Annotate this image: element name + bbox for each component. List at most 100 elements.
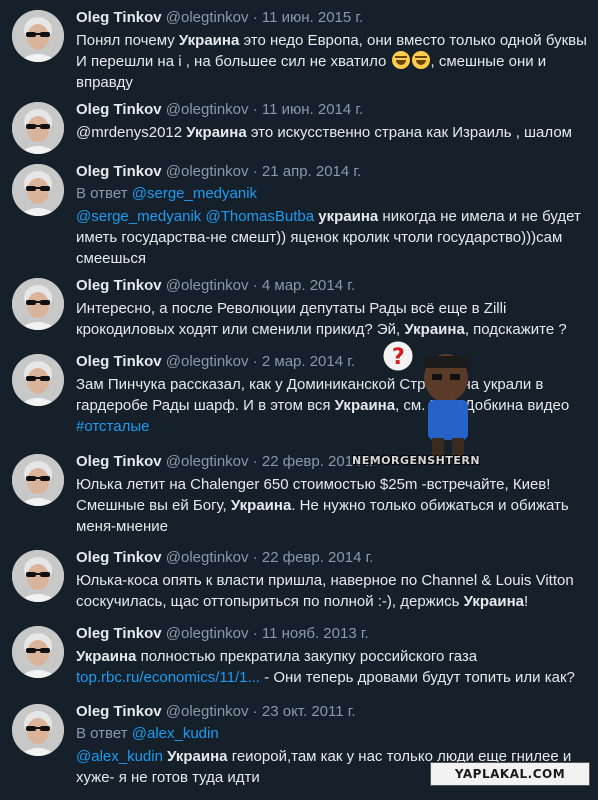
reply-to-mention[interactable]: @serge_medyanik [132,185,257,202]
separator-dot: · [252,453,258,470]
tweet-text-segment: ! [523,593,529,610]
tweet-header: Oleg Tinkov @olegtinkov · 22 февр. 2014 … [76,548,590,568]
svg-text:?: ? [392,345,405,370]
author-handle[interactable]: @olegtinkov [166,625,249,642]
tweet-keyword: Украина [404,321,465,338]
tweet-keyword: Украина [463,593,524,610]
tweet-link[interactable]: #отсталые [76,418,149,435]
author-name[interactable]: Oleg Tinkov [76,353,162,370]
tweet-text: @mrdenys2012 Украина это искусственно ст… [76,122,590,143]
avatar[interactable] [12,550,64,602]
tweet-keyword: украина [318,208,379,225]
tweet-text: Интересно, а после Революции депутаты Ра… [76,298,590,340]
separator-dot: · [252,353,258,370]
avatar[interactable] [12,164,64,216]
tweet-date[interactable]: 2 мар. 2014 г. [262,353,355,370]
tweet-header: Oleg Tinkov @olegtinkov · 11 нояб. 2013 … [76,624,590,644]
tweet-body: Oleg Tinkov @olegtinkov · 21 апр. 2014 г… [76,162,590,269]
avatar[interactable] [12,354,64,406]
tweet-link[interactable]: top.rbc.ru/economics/11/1... [76,669,260,686]
tweet-date[interactable]: 11 июн. 2014 г. [262,101,363,118]
yaplakal-watermark: YAPLAKAL.COM [430,762,590,786]
tweet-keyword: Украина [230,497,292,514]
author-name[interactable]: Oleg Tinkov [76,101,162,118]
tweet-link[interactable]: @ThomasButba [205,208,314,225]
tweet-header: Oleg Tinkov @olegtinkov · 22 февр. 2014 … [76,452,590,472]
avatar[interactable] [12,454,64,506]
author-handle[interactable]: @olegtinkov [166,453,249,470]
tweet-text-segment: - Они теперь дровами будут топить или ка… [259,669,575,686]
author-handle[interactable]: @olegtinkov [166,277,249,294]
author-handle[interactable]: @olegtinkov [166,163,249,180]
avatar[interactable] [12,102,64,154]
tweet-date[interactable]: 23 окт. 2011 г. [262,703,356,720]
author-name[interactable]: Oleg Tinkov [76,703,162,720]
tweet-text: Украина полностью прекратила закупку рос… [76,646,590,688]
tweet-text: Зам Пинчука рассказал, как у Доминиканск… [76,374,590,437]
author-handle[interactable]: @olegtinkov [166,9,249,26]
tweet-header: Oleg Tinkov @olegtinkov · 2 мар. 2014 г. [76,352,590,372]
tweet-link[interactable]: @serge_medyanik [76,208,201,225]
separator-dot: · [252,277,258,294]
joy-emoji-icon [391,51,410,69]
tweet-keyword: Украина [76,648,137,665]
tweet-body: Oleg Tinkov @olegtinkov · 11 нояб. 2013 … [76,624,590,688]
tweet-header: Oleg Tinkov @olegtinkov · 11 июн. 2015 г… [76,8,590,28]
tweet-date[interactable]: 21 апр. 2014 г. [262,163,361,180]
avatar[interactable] [12,704,64,756]
separator-dot: · [252,101,258,118]
reply-to-mention[interactable]: @alex_kudin [132,725,219,742]
author-handle[interactable]: @olegtinkov [166,353,249,370]
joy-emoji-icon [411,51,430,69]
avatar[interactable] [12,278,64,330]
tweet-header: Oleg Tinkov @olegtinkov · 21 апр. 2014 г… [76,162,590,182]
separator-dot: · [252,625,258,642]
separator-dot: · [252,703,258,720]
tweet-date[interactable]: 22 февр. 2014 г. [262,549,374,566]
tweet-text-segment: Понял почему [76,32,179,49]
avatar[interactable] [12,10,64,62]
tweet-body: Oleg Tinkov @olegtinkov · 22 февр. 2014 … [76,452,590,537]
tweet-date[interactable]: 11 июн. 2015 г. [262,9,363,26]
tweet-body: Oleg Tinkov @olegtinkov · 22 февр. 2014 … [76,548,590,612]
tweet-text-segment: полностью прекратила закупку российского… [136,648,478,665]
author-name[interactable]: Oleg Tinkov [76,549,162,566]
tweet-date[interactable]: 4 мар. 2014 г. [262,277,355,294]
tweet-text: Юлька летит на Chalenger 650 стоимостью … [76,474,590,537]
separator-dot: · [252,9,258,26]
nemorgenshtern-watermark: NEMORGENSHTERN [352,454,481,467]
tweet-body: Oleg Tinkov @olegtinkov · 4 мар. 2014 г.… [76,276,590,340]
reply-prefix: В ответ [76,725,128,742]
nemorgenshtern-mascot-watermark: ? [376,338,486,458]
author-name[interactable]: Oleg Tinkov [76,277,162,294]
author-handle[interactable]: @olegtinkov [166,101,249,118]
tweet-text: Понял почему Украина это недо Европа, он… [76,30,590,93]
tweet-keyword: Украина [167,748,228,765]
author-name[interactable]: Oleg Tinkov [76,625,162,642]
tweet-keyword: Украина [186,124,247,141]
separator-dot: · [252,163,258,180]
author-handle[interactable]: @olegtinkov [166,549,249,566]
author-handle[interactable]: @olegtinkov [166,703,249,720]
tweet-date[interactable]: 11 нояб. 2013 г. [262,625,369,642]
tweet-header: Oleg Tinkov @olegtinkov · 4 мар. 2014 г. [76,276,590,296]
author-name[interactable]: Oleg Tinkov [76,453,162,470]
tweet-body: Oleg Tinkov @olegtinkov · 11 июн. 2014 г… [76,100,590,143]
separator-dot: · [252,549,258,566]
author-name[interactable]: Oleg Tinkov [76,9,162,26]
tweet-body: Oleg Tinkov @olegtinkov · 2 мар. 2014 г.… [76,352,590,437]
tweet-keyword: Украина [178,32,240,49]
avatar[interactable] [12,626,64,678]
tweet-text-segment: это искусственно страна как Израиль , ша… [246,124,572,141]
reply-context: В ответ @serge_medyanik [76,184,590,204]
tweet-text: Юлька-коса опять к власти пришла, наверн… [76,570,590,612]
author-name[interactable]: Oleg Tinkov [76,163,162,180]
tweet-header: Oleg Tinkov @olegtinkov · 11 июн. 2014 г… [76,100,590,120]
tweet-link[interactable]: @alex_kudin [76,748,163,765]
reply-prefix: В ответ [76,185,128,202]
tweet-body: Oleg Tinkov @olegtinkov · 11 июн. 2015 г… [76,8,590,93]
tweet-header: Oleg Tinkov @olegtinkov · 23 окт. 2011 г… [76,702,590,722]
tweet-text: @serge_medyanik @ThomasButba украина ник… [76,206,590,269]
tweet-text-segment: @mrdenys2012 [76,124,187,141]
tweet-text-segment: , подскажите ? [464,321,567,338]
